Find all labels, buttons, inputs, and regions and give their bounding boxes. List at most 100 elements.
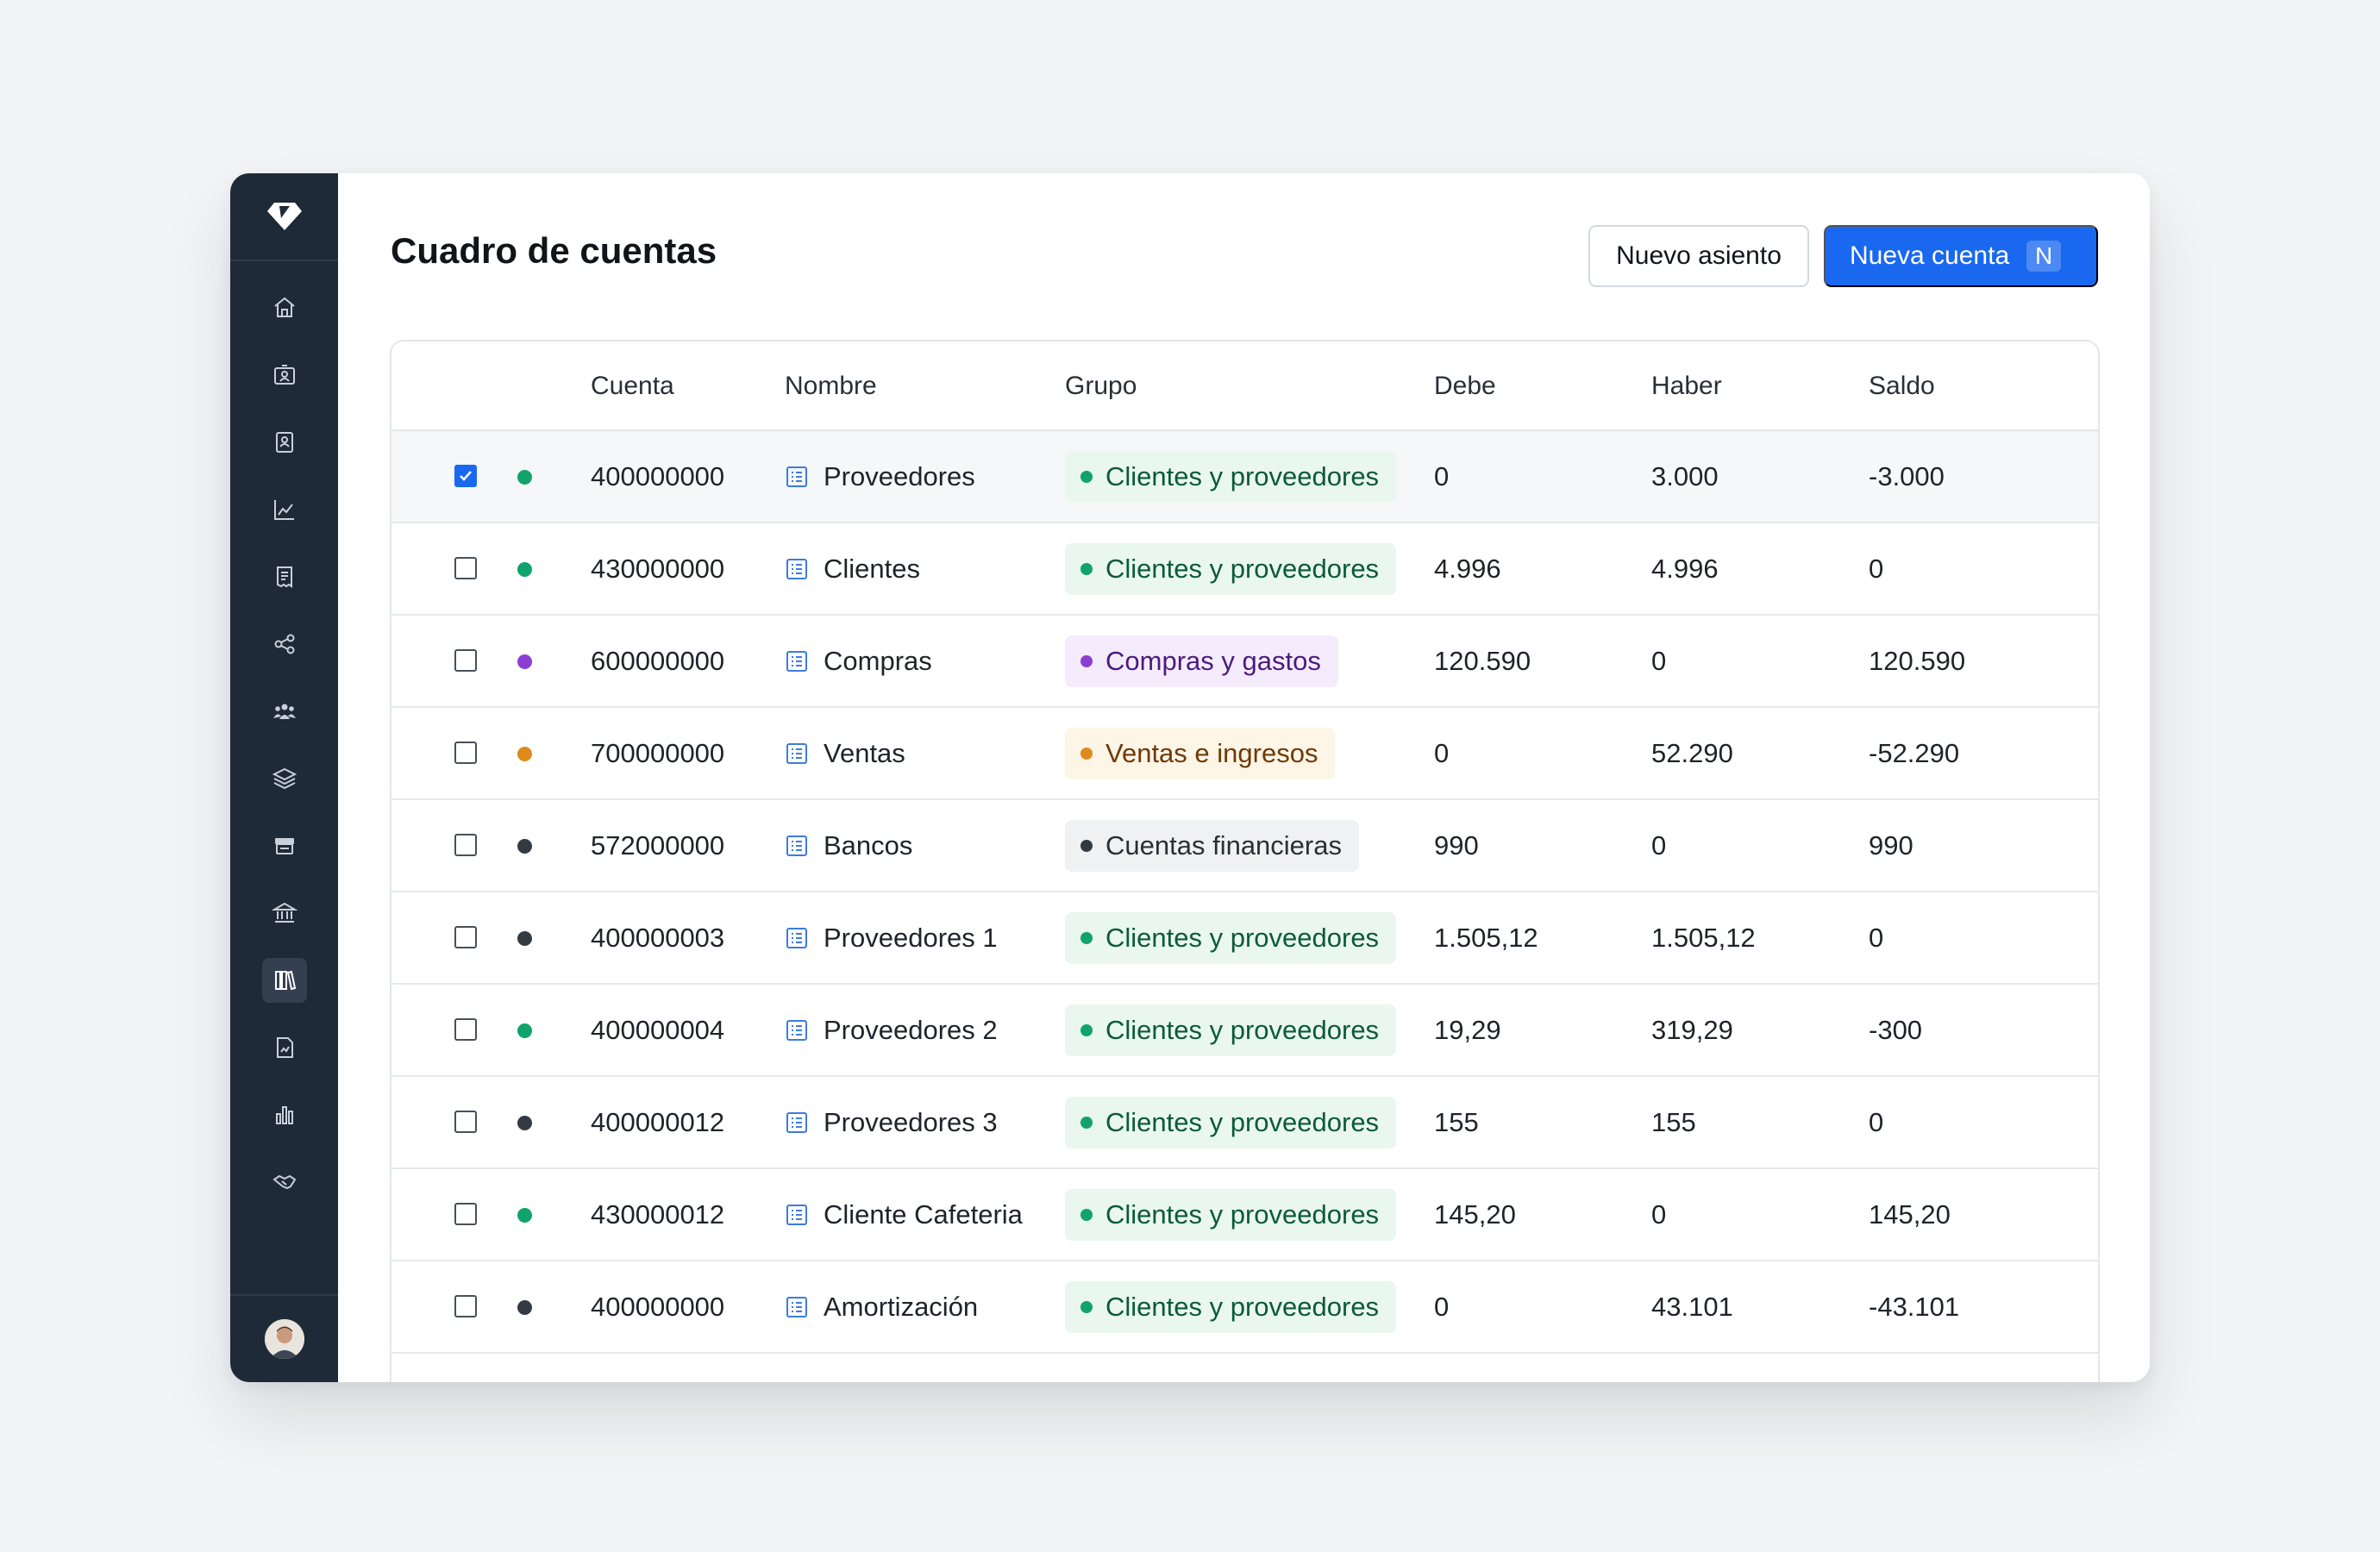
cell-haber: 43.101 <box>1651 1291 1733 1322</box>
group-badge-dot <box>1080 654 1093 667</box>
row-checkbox[interactable] <box>454 1203 477 1225</box>
sidebar-item-bar-chart[interactable] <box>262 1092 307 1137</box>
row-checkbox[interactable] <box>454 1018 477 1041</box>
table-row[interactable]: 572000000 Bancos Cuentas financieras 990 0 99… <box>391 800 2098 892</box>
new-account-button[interactable]: Nueva cuenta N <box>1824 225 2098 287</box>
team-icon <box>273 704 296 719</box>
list-document-icon <box>786 1204 807 1225</box>
sidebar-item-layers[interactable] <box>262 756 307 801</box>
column-header-saldo[interactable]: Saldo <box>1869 341 1935 431</box>
cell-cuenta: 430000000 <box>591 553 725 584</box>
table-row[interactable]: 400000000 Amortización Clientes y proveedo… <box>391 1261 2098 1354</box>
trend-chart-icon <box>274 500 294 520</box>
cell-nombre[interactable]: Proveedores 1 <box>785 892 998 983</box>
new-account-label: Nueva cuenta <box>1850 241 2010 270</box>
status-dot <box>517 931 532 946</box>
group-badge-dot <box>1080 1300 1093 1313</box>
row-checkbox[interactable] <box>454 742 477 764</box>
sidebar-item-contact-book[interactable] <box>262 420 307 465</box>
new-entry-label: Nuevo asiento <box>1616 241 1782 270</box>
cell-nombre[interactable]: Proveedores 3 <box>785 1077 998 1167</box>
group-badge: Clientes y proveedores <box>1065 542 1397 595</box>
cell-nombre[interactable]: Cliente Cafeteria <box>785 1169 1023 1260</box>
cell-nombre[interactable]: Clientes <box>785 523 920 614</box>
table-row[interactable]: 430000012 Cliente Cafeteria Clientes y pro… <box>391 1169 2098 1261</box>
sidebar-item-books[interactable] <box>262 958 307 1003</box>
share-nodes-icon <box>274 634 295 654</box>
cell-saldo: -3.000 <box>1869 460 1945 491</box>
table-header: Cuenta Nombre Grupo Debe Haber Saldo <box>391 341 2098 431</box>
group-badge-label: Clientes y proveedores <box>1105 1291 1380 1322</box>
sidebar-item-share-nodes[interactable] <box>262 622 307 666</box>
cell-debe: 19,29 <box>1434 1014 1501 1045</box>
cell-nombre[interactable]: Proveedores 2 <box>785 985 998 1075</box>
app-window: Cuadro de cuentas Nuevo asiento Nueva cu… <box>230 173 2150 1382</box>
table-row[interactable]: 400000000 Proveedores Clientes y proveedor… <box>391 431 2098 523</box>
column-header-haber[interactable]: Haber <box>1651 341 1722 431</box>
table-row[interactable]: 400000012 Proveedores 3 Clientes y proveed… <box>391 1077 2098 1169</box>
sidebar-item-trend-chart[interactable] <box>262 487 307 532</box>
cell-haber: 52.290 <box>1651 737 1733 768</box>
books-icon <box>275 970 297 991</box>
sidebar-item-handshake[interactable] <box>262 1160 307 1205</box>
layers-icon <box>272 767 298 790</box>
cell-saldo: 0 <box>1869 922 1884 953</box>
table-row[interactable]: 600000000 Compras Compras y gastos 120.590 0… <box>391 616 2098 708</box>
group-badge: Clientes y proveedores <box>1065 1280 1397 1333</box>
row-checkbox[interactable] <box>454 1111 477 1133</box>
column-header-grupo[interactable]: Grupo <box>1065 341 1137 431</box>
sidebar-item-document-chart[interactable] <box>262 1025 307 1070</box>
column-header-cuenta[interactable]: Cuenta <box>591 341 674 431</box>
status-dot <box>517 839 532 854</box>
cell-nombre[interactable]: Bancos <box>785 800 912 891</box>
cell-cuenta: 700000000 <box>591 737 725 768</box>
account-name: Cliente Cafeteria <box>824 1198 1023 1230</box>
table-row[interactable]: 400000003 Proveedores 1 Clientes y proveed… <box>391 892 2098 985</box>
row-checkbox[interactable] <box>454 465 477 487</box>
sidebar-item-bank[interactable] <box>262 891 307 936</box>
cell-grupo: Clientes y proveedores <box>1065 892 1397 983</box>
page-title: Cuadro de cuentas <box>391 230 717 271</box>
cell-nombre[interactable]: Compras <box>785 616 932 706</box>
status-dot <box>517 1023 532 1038</box>
cell-debe: 0 <box>1434 460 1450 491</box>
column-header-debe[interactable]: Debe <box>1434 341 1496 431</box>
table-row[interactable]: 700000000 Ventas Ventas e ingresos 0 52.290 -… <box>391 708 2098 800</box>
account-name: Ventas <box>824 737 905 768</box>
user-avatar[interactable] <box>264 1319 304 1359</box>
cell-nombre[interactable]: Proveedores <box>785 431 975 522</box>
cell-cuenta: 400000000 <box>591 460 725 491</box>
status-dot <box>517 654 532 669</box>
cell-saldo: -300 <box>1869 1014 1923 1045</box>
sidebar-item-home[interactable] <box>262 285 307 330</box>
cell-saldo: 990 <box>1869 829 1913 860</box>
sidebar-item-receipt[interactable] <box>262 554 307 599</box>
table-row[interactable]: 400000004 Proveedores 2 Clientes y proveed… <box>391 985 2098 1077</box>
sidebar-item-team[interactable] <box>262 689 307 734</box>
new-entry-button[interactable]: Nuevo asiento <box>1588 225 1809 287</box>
column-header-nombre[interactable]: Nombre <box>785 341 877 431</box>
sidebar-item-cash-register[interactable] <box>262 823 307 868</box>
row-checkbox[interactable] <box>454 1295 477 1317</box>
cell-nombre[interactable]: Ventas <box>785 708 905 798</box>
row-checkbox[interactable] <box>454 557 477 579</box>
cell-grupo: Compras y gastos <box>1065 616 1338 706</box>
group-badge-dot <box>1080 839 1093 852</box>
group-badge: Clientes y proveedores <box>1065 911 1397 964</box>
sidebar-item-id-card[interactable] <box>262 353 307 397</box>
status-dot <box>517 470 532 485</box>
row-checkbox[interactable] <box>454 926 477 948</box>
cell-nombre[interactable]: Amortización <box>785 1261 978 1352</box>
sidebar-footer <box>230 1294 338 1382</box>
row-checkbox[interactable] <box>454 649 477 672</box>
table-row[interactable]: 430000000 Clientes Clientes y proveedores 4… <box>391 523 2098 616</box>
list-document-icon <box>786 650 807 672</box>
account-name: Proveedores <box>824 460 975 491</box>
accounts-table: Cuenta Nombre Grupo Debe Haber Saldo 400… <box>390 340 2100 1382</box>
cell-grupo: Cuentas financieras <box>1065 800 1359 891</box>
group-badge-label: Clientes y proveedores <box>1105 1106 1380 1137</box>
row-checkbox[interactable] <box>454 834 477 856</box>
group-badge-dot <box>1080 470 1093 483</box>
bar-chart-icon <box>276 1106 293 1124</box>
cell-saldo: -43.101 <box>1869 1291 1960 1322</box>
